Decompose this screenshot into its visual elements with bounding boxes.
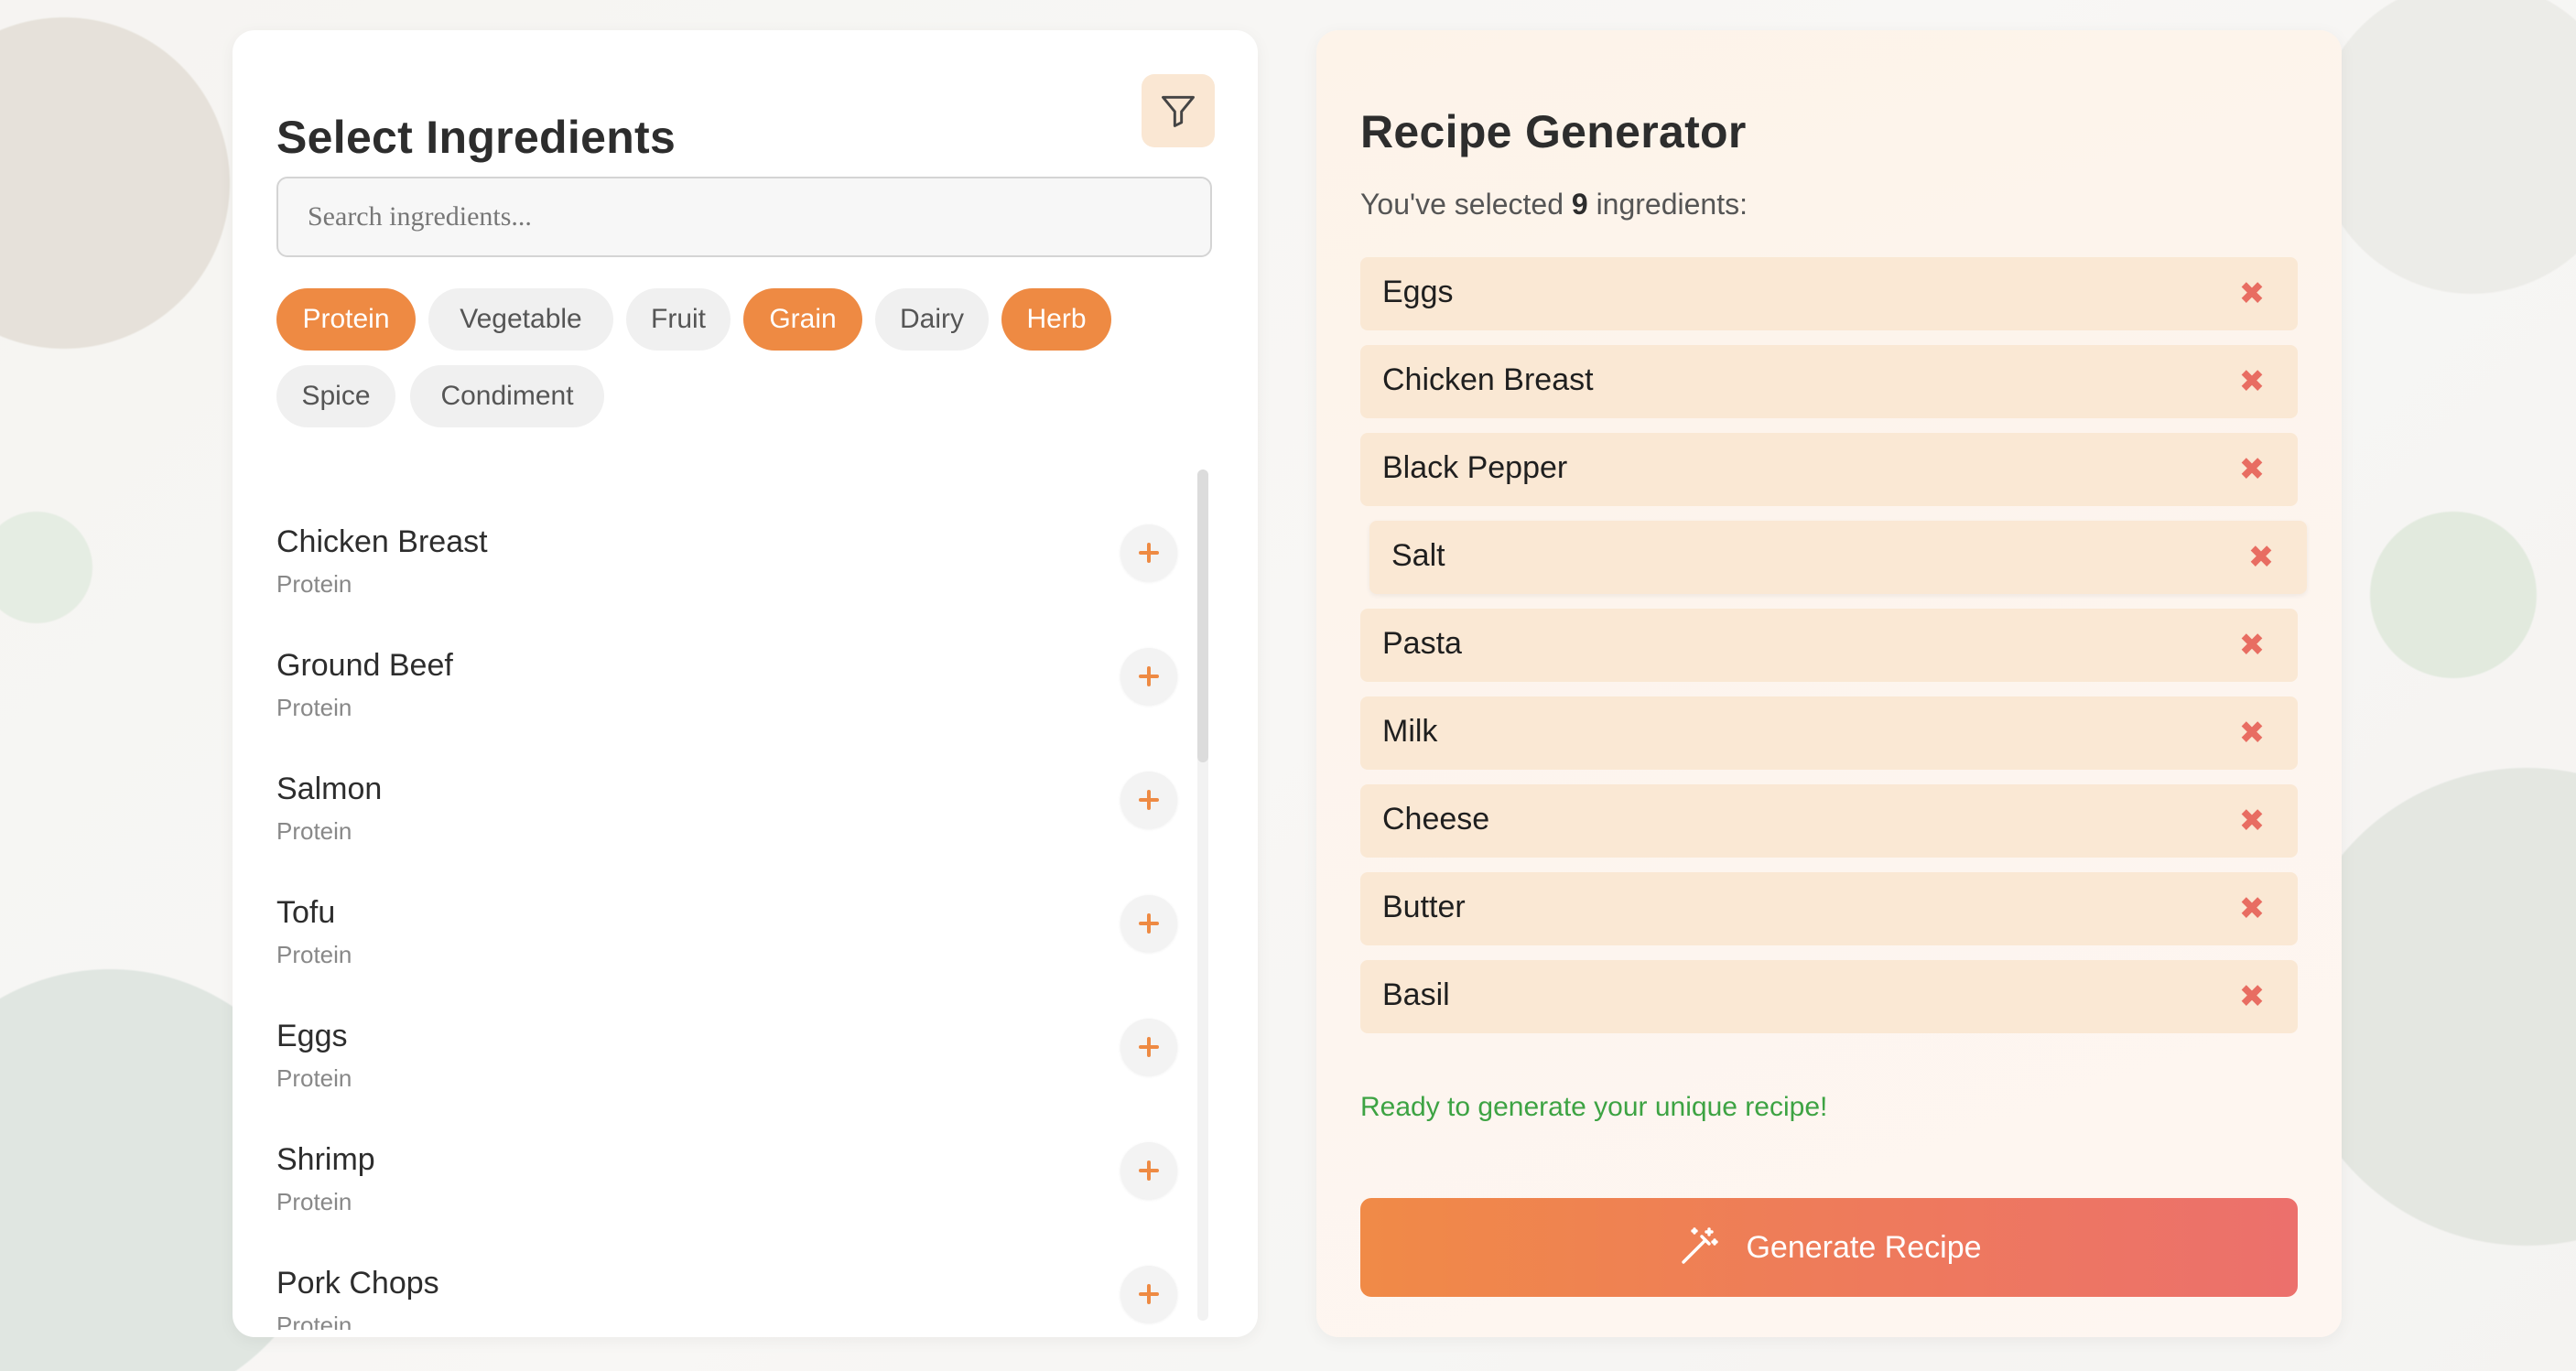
ingredient-name: Shrimp	[276, 1142, 375, 1177]
selected-ingredient-name: Basil	[1382, 977, 1450, 1012]
remove-button[interactable]: ✖	[2235, 716, 2268, 750]
chip-fruit[interactable]: Fruit	[626, 288, 731, 351]
chip-dairy[interactable]: Dairy	[875, 288, 989, 351]
remove-button[interactable]: ✖	[2235, 364, 2268, 399]
scrollbar-thumb[interactable]	[1197, 470, 1208, 762]
plus-icon	[1139, 790, 1159, 810]
magic-wand-icon	[1682, 1227, 1719, 1264]
selected-ingredient: Cheese ✖	[1360, 784, 2298, 858]
plus-icon	[1139, 1160, 1159, 1181]
selected-ingredient-name: Chicken Breast	[1382, 362, 1594, 397]
add-button[interactable]	[1120, 648, 1177, 705]
ingredient-name: Pork Chops	[276, 1266, 439, 1301]
plus-icon	[1139, 543, 1159, 563]
ingredient-name: Tofu	[276, 895, 336, 930]
add-button[interactable]	[1120, 1142, 1177, 1199]
panel-title: Recipe Generator	[1360, 106, 1747, 157]
ingredient-list: Chicken Breast Protein Ground Beef Prote…	[276, 488, 1228, 1330]
selected-ingredient: Eggs ✖	[1360, 257, 2298, 330]
ingredient-selector-panel: Select Ingredients Protein Vegetable Fru…	[233, 30, 1258, 1337]
summary-prefix: You've selected	[1360, 188, 1564, 221]
recipe-generator-panel: Recipe Generator You've selected 9 ingre…	[1316, 30, 2342, 1337]
selected-ingredient-name: Cheese	[1382, 802, 1490, 837]
close-icon: ✖	[2238, 364, 2266, 399]
plus-icon	[1139, 666, 1159, 686]
selected-ingredient: Butter ✖	[1360, 872, 2298, 945]
selected-ingredient-name: Eggs	[1382, 275, 1454, 309]
filter-icon	[1162, 95, 1195, 127]
add-button[interactable]	[1120, 1266, 1177, 1322]
ingredient-category: Protein	[276, 1064, 352, 1092]
add-button[interactable]	[1120, 1019, 1177, 1075]
close-icon: ✖	[2238, 979, 2266, 1014]
list-item: Shrimp Protein	[276, 1142, 1192, 1261]
close-icon: ✖	[2247, 540, 2275, 575]
remove-button[interactable]: ✖	[2235, 276, 2268, 311]
close-icon: ✖	[2238, 891, 2266, 926]
panel-title: Select Ingredients	[276, 112, 676, 163]
close-icon: ✖	[2238, 716, 2266, 750]
close-icon: ✖	[2238, 452, 2266, 487]
selected-ingredient-name: Pasta	[1382, 626, 1462, 661]
list-item: Eggs Protein	[276, 1019, 1192, 1138]
chip-vegetable[interactable]: Vegetable	[428, 288, 613, 351]
ingredient-category: Protein	[276, 694, 352, 721]
filter-button[interactable]	[1142, 74, 1215, 147]
ingredient-category: Protein	[276, 1312, 352, 1330]
selected-ingredient: Milk ✖	[1360, 696, 2298, 770]
generate-recipe-button[interactable]: Generate Recipe	[1360, 1198, 2298, 1297]
selected-ingredient: Chicken Breast ✖	[1360, 345, 2298, 418]
list-item: Chicken Breast Protein	[276, 524, 1192, 643]
remove-button[interactable]: ✖	[2235, 979, 2268, 1014]
remove-button[interactable]: ✖	[2235, 628, 2268, 663]
selected-count: 9	[1571, 188, 1588, 221]
remove-button[interactable]: ✖	[2235, 452, 2268, 487]
add-button[interactable]	[1120, 895, 1177, 952]
add-button[interactable]	[1120, 772, 1177, 828]
close-icon: ✖	[2238, 628, 2266, 663]
search-input[interactable]	[276, 177, 1212, 257]
selected-ingredient: Salt ✖	[1369, 521, 2307, 594]
generate-label: Generate Recipe	[1746, 1229, 1982, 1265]
ingredient-category: Protein	[276, 570, 352, 598]
selection-summary: You've selected 9 ingredients:	[1360, 188, 1748, 221]
list-item: Ground Beef Protein	[276, 648, 1192, 767]
list-item: Tofu Protein	[276, 895, 1192, 1014]
plus-icon	[1139, 913, 1159, 934]
ingredient-name: Eggs	[276, 1019, 348, 1053]
chip-grain[interactable]: Grain	[743, 288, 862, 351]
selected-ingredient-name: Milk	[1382, 714, 1438, 749]
list-scrollbar[interactable]	[1197, 470, 1208, 1321]
remove-button[interactable]: ✖	[2245, 540, 2278, 575]
ingredient-name: Salmon	[276, 772, 383, 806]
list-item: Pork Chops Protein	[276, 1266, 1192, 1330]
chip-spice[interactable]: Spice	[276, 365, 395, 427]
selected-ingredient-name: Black Pepper	[1382, 450, 1568, 485]
plus-icon	[1139, 1284, 1159, 1304]
add-button[interactable]	[1120, 524, 1177, 581]
summary-suffix: ingredients:	[1596, 188, 1748, 221]
close-icon: ✖	[2238, 804, 2266, 838]
ready-message: Ready to generate your unique recipe!	[1360, 1092, 1828, 1122]
selected-ingredient-name: Salt	[1391, 538, 1445, 573]
selected-ingredient-name: Butter	[1382, 890, 1466, 924]
ingredient-category: Protein	[276, 941, 352, 968]
plus-icon	[1139, 1037, 1159, 1057]
ingredient-name: Chicken Breast	[276, 524, 488, 559]
remove-button[interactable]: ✖	[2235, 804, 2268, 838]
list-item: Salmon Protein	[276, 772, 1192, 891]
chip-herb[interactable]: Herb	[1001, 288, 1111, 351]
ingredient-name: Ground Beef	[276, 648, 453, 683]
selected-ingredient: Pasta ✖	[1360, 609, 2298, 682]
remove-button[interactable]: ✖	[2235, 891, 2268, 926]
selected-ingredient: Black Pepper ✖	[1360, 433, 2298, 506]
ingredient-category: Protein	[276, 817, 352, 845]
chip-protein[interactable]: Protein	[276, 288, 416, 351]
close-icon: ✖	[2238, 276, 2266, 311]
chip-condiment[interactable]: Condiment	[410, 365, 604, 427]
ingredient-category: Protein	[276, 1188, 352, 1215]
selected-ingredient: Basil ✖	[1360, 960, 2298, 1033]
